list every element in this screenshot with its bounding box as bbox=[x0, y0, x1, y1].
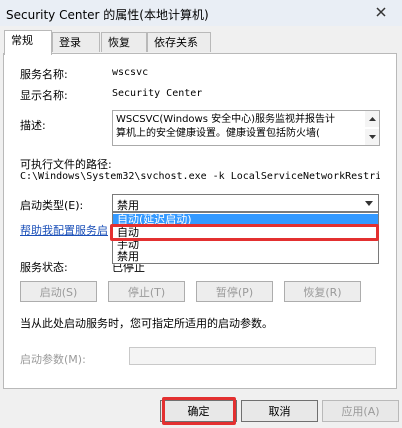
arrow-up-icon bbox=[368, 117, 376, 121]
cancel-button[interactable]: 取消 bbox=[241, 400, 318, 422]
startup-type-select[interactable]: 禁用 bbox=[112, 194, 379, 212]
start-params-note: 当从此处启动服务时，您可指定所适用的启动参数。 bbox=[20, 317, 273, 330]
start-params-label: 启动参数(M): bbox=[20, 353, 86, 366]
service-name-value: wscsvc bbox=[112, 67, 149, 78]
chevron-down-icon bbox=[362, 196, 376, 210]
start-params-input[interactable] bbox=[129, 347, 376, 365]
highlight-ok-button bbox=[162, 397, 236, 425]
close-button[interactable] bbox=[370, 2, 392, 22]
tab-logon[interactable]: 登录 bbox=[52, 32, 100, 52]
option-disabled[interactable]: 禁用 bbox=[113, 251, 378, 263]
executable-label: 可执行文件的路径: bbox=[20, 158, 112, 171]
service-name-label: 服务名称: bbox=[20, 68, 68, 81]
tab-general[interactable]: 常规 bbox=[4, 30, 52, 55]
window-title: Security Center 的属性(本地计算机) bbox=[6, 8, 209, 22]
description-text: WSCSVC(Windows 安全中心)服务监视并报告计 算机上的安全健康设置。… bbox=[116, 114, 336, 139]
resume-button[interactable]: 恢复(R) bbox=[284, 281, 361, 302]
title-bar: Security Center 的属性(本地计算机) bbox=[0, 0, 402, 26]
scroll-up-button[interactable] bbox=[365, 111, 379, 127]
tab-bar: 常规 登录 恢复 依存关系 bbox=[0, 30, 402, 55]
close-icon bbox=[376, 7, 386, 17]
executable-path: C:\Windows\System32\svchost.exe -k Local… bbox=[20, 171, 380, 182]
pause-button[interactable]: 暂停(P) bbox=[196, 281, 273, 302]
highlight-automatic-option bbox=[110, 224, 379, 241]
description-label: 描述: bbox=[20, 119, 46, 132]
apply-button[interactable]: 应用(A) bbox=[322, 400, 399, 422]
tab-recovery[interactable]: 恢复 bbox=[101, 32, 147, 52]
tab-dependencies[interactable]: 依存关系 bbox=[147, 32, 211, 52]
stop-button[interactable]: 停止(T) bbox=[108, 281, 185, 302]
help-configure-link[interactable]: 帮助我配置服务启 bbox=[20, 222, 108, 238]
display-name-value: Security Center bbox=[112, 88, 203, 99]
arrow-down-icon bbox=[368, 135, 376, 139]
display-name-label: 显示名称: bbox=[20, 89, 68, 102]
start-button[interactable]: 启动(S) bbox=[20, 281, 97, 302]
scroll-down-button[interactable] bbox=[365, 129, 379, 145]
startup-type-label: 启动类型(E): bbox=[20, 199, 84, 212]
description-box[interactable]: WSCSVC(Windows 安全中心)服务监视并报告计 算机上的安全健康设置。… bbox=[112, 110, 380, 146]
startup-type-value: 禁用 bbox=[117, 199, 139, 212]
service-status-label: 服务状态: bbox=[20, 261, 68, 274]
general-panel: 服务名称: wscsvc 显示名称: Security Center 描述: W… bbox=[3, 53, 397, 389]
